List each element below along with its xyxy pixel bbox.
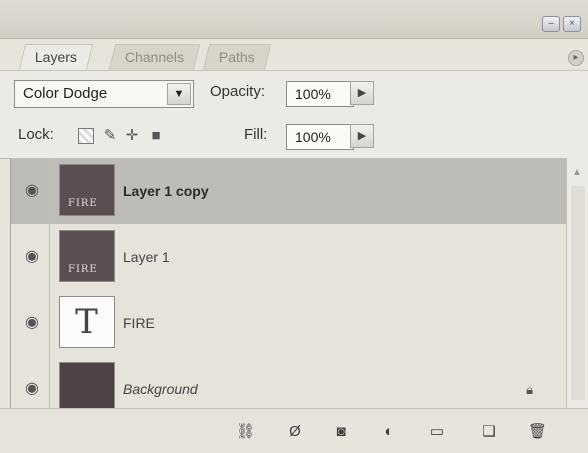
blend-mode-select[interactable]: Color Dodge ▼ <box>14 80 194 108</box>
dropdown-arrow-icon[interactable]: ▼ <box>167 83 191 105</box>
layer-thumbnail <box>59 362 115 414</box>
panel-tabs: Layers Channels Paths ▸ <box>14 40 588 70</box>
fill-label: Fill: <box>244 126 268 143</box>
layers-list: ◉ FIRE Layer 1 copy ◉ FIRE Layer 1 ◉ T F… <box>10 158 567 423</box>
lock-position-icon[interactable]: ✛ <box>124 128 140 144</box>
delete-layer-icon[interactable]: 🗑︎ <box>528 423 547 441</box>
opacity-label: Opacity: <box>210 83 266 100</box>
opacity-field[interactable]: 100% <box>286 81 354 107</box>
layer-lock-icon: 🔒︎ <box>526 382 533 397</box>
tab-channels[interactable]: Channels <box>108 44 201 70</box>
text-layer-thumbnail: T <box>59 296 115 348</box>
visibility-eye-icon[interactable]: ◉ <box>15 224 50 290</box>
layer-name[interactable]: FIRE <box>123 290 155 356</box>
blend-opacity-toolbar: Color Dodge ▼ Opacity: 100% ▶ <box>0 70 588 115</box>
fill-field[interactable]: 100% <box>286 124 354 150</box>
minimize-icon[interactable]: – <box>542 16 560 32</box>
link-layers-icon[interactable]: ⛓ <box>236 423 255 441</box>
layers-scrollbar[interactable]: ▲ <box>566 158 588 408</box>
layer-thumbnail: FIRE <box>59 230 115 282</box>
layer-name[interactable]: Layer 1 copy <box>123 158 209 224</box>
layer-style-icon[interactable]: Ø <box>286 423 304 441</box>
scroll-up-arrow-icon[interactable]: ▲ <box>570 166 584 180</box>
lock-fill-toolbar: Lock: ✎ ✛ ■ Fill: 100% ▶ <box>0 114 588 159</box>
layers-bottom-toolbar: ⛓ Ø ◙ ◐ ▭ ❏ 🗑︎ <box>0 408 588 453</box>
blend-mode-value: Color Dodge <box>23 85 108 102</box>
lock-image-pixels-icon[interactable]: ✎ <box>102 128 118 144</box>
fill-slider-arrow-icon[interactable]: ▶ <box>350 124 374 148</box>
opacity-slider-arrow-icon[interactable]: ▶ <box>350 81 374 105</box>
layer-name[interactable]: Layer 1 <box>123 224 170 290</box>
new-layer-icon[interactable]: ❏ <box>480 423 498 441</box>
new-group-icon[interactable]: ▭ <box>428 423 446 441</box>
tab-paths[interactable]: Paths <box>202 44 272 70</box>
lock-label: Lock: <box>18 126 54 143</box>
lock-all-icon[interactable]: ■ <box>148 128 164 144</box>
visibility-eye-icon[interactable]: ◉ <box>15 290 50 356</box>
layer-mask-icon[interactable]: ◙ <box>332 423 350 441</box>
lock-transparent-pixels-icon[interactable] <box>78 128 94 144</box>
adjustment-layer-icon[interactable]: ◐ <box>380 423 398 441</box>
layer-row-layer-1[interactable]: ◉ FIRE Layer 1 <box>11 224 567 291</box>
panel-titlebar: – × <box>0 0 588 39</box>
layer-thumbnail: FIRE <box>59 164 115 216</box>
layer-row-fire[interactable]: ◉ T FIRE <box>11 290 567 357</box>
layer-row-layer-1-copy[interactable]: ◉ FIRE Layer 1 copy <box>11 158 567 225</box>
scroll-track[interactable] <box>571 186 585 400</box>
close-icon[interactable]: × <box>563 16 581 32</box>
panel-menu-icon[interactable]: ▸ <box>568 50 584 66</box>
tab-layers[interactable]: Layers <box>18 44 94 70</box>
visibility-eye-icon[interactable]: ◉ <box>15 158 50 224</box>
